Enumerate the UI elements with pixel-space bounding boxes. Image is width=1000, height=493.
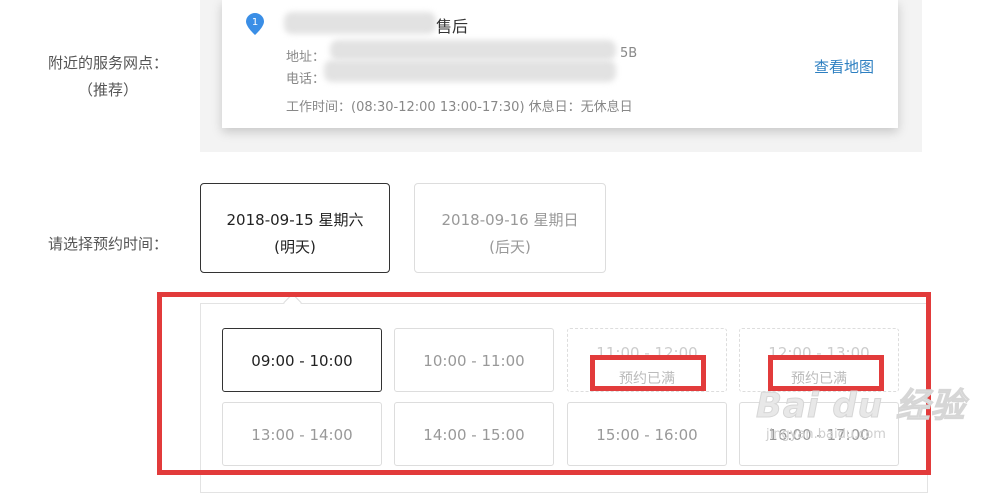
date-relative: (明天) (274, 238, 316, 256)
date-text: 2018-09-16 星期日 (441, 211, 579, 229)
date-relative: (后天) (489, 238, 531, 256)
time-slot[interactable]: 09:00 - 10:00 (222, 328, 382, 392)
time-slot-full: 12:00 - 13:00 预约已满 (739, 328, 899, 392)
appointment-time-label: 请选择预约时间： (47, 235, 168, 253)
date-tab-day-after[interactable]: 2018-09-16 星期日 (后天) (414, 183, 606, 273)
working-hours: 工作时间：(08:30-12:00 13:00-17:30) 休息日：无休息日 (286, 100, 633, 115)
svg-text:1: 1 (252, 17, 258, 28)
slot-time: 13:00 - 14:00 (251, 426, 353, 444)
view-map-link[interactable]: 查看地图 (814, 56, 874, 77)
slot-time: 15:00 - 16:00 (596, 426, 698, 444)
slot-time: 12:00 - 13:00 (768, 344, 870, 362)
nearby-label-line1: 附近的服务网点： (47, 54, 168, 72)
redacted-address (330, 40, 616, 60)
service-point-name: 售后 (436, 17, 469, 36)
time-slot[interactable]: 14:00 - 15:00 (394, 402, 554, 466)
time-slot[interactable]: 15:00 - 16:00 (567, 402, 727, 466)
slot-status: 预约已满 (619, 371, 675, 387)
time-slot[interactable]: 10:00 - 11:00 (394, 328, 554, 392)
slot-time: 10:00 - 11:00 (423, 352, 525, 370)
slot-time: 11:00 - 12:00 (596, 344, 698, 362)
nearby-service-label: 附近的服务网点： （推荐） (38, 50, 178, 104)
address-label: 地址： (286, 50, 326, 65)
time-slot-full: 11:00 - 12:00 预约已满 (567, 328, 727, 392)
address-tail: 5B (620, 46, 638, 61)
date-tab-tomorrow[interactable]: 2018-09-15 星期六 (明天) (200, 183, 390, 273)
time-slot[interactable]: 13:00 - 14:00 (222, 402, 382, 466)
slot-time: 16:00 - 17:00 (768, 426, 870, 444)
slot-status: 预约已满 (791, 371, 847, 387)
phone-label: 电话： (286, 72, 326, 87)
date-text: 2018-09-15 星期六 (226, 211, 364, 229)
slot-time: 09:00 - 10:00 (251, 352, 353, 370)
redacted-name (284, 12, 436, 34)
time-slot[interactable]: 16:00 - 17:00 (739, 402, 899, 466)
nearby-label-line2: （推荐） (77, 81, 138, 99)
redacted-phone (324, 60, 616, 82)
location-pin-icon: 1 (246, 13, 264, 35)
slot-time: 14:00 - 15:00 (423, 426, 525, 444)
